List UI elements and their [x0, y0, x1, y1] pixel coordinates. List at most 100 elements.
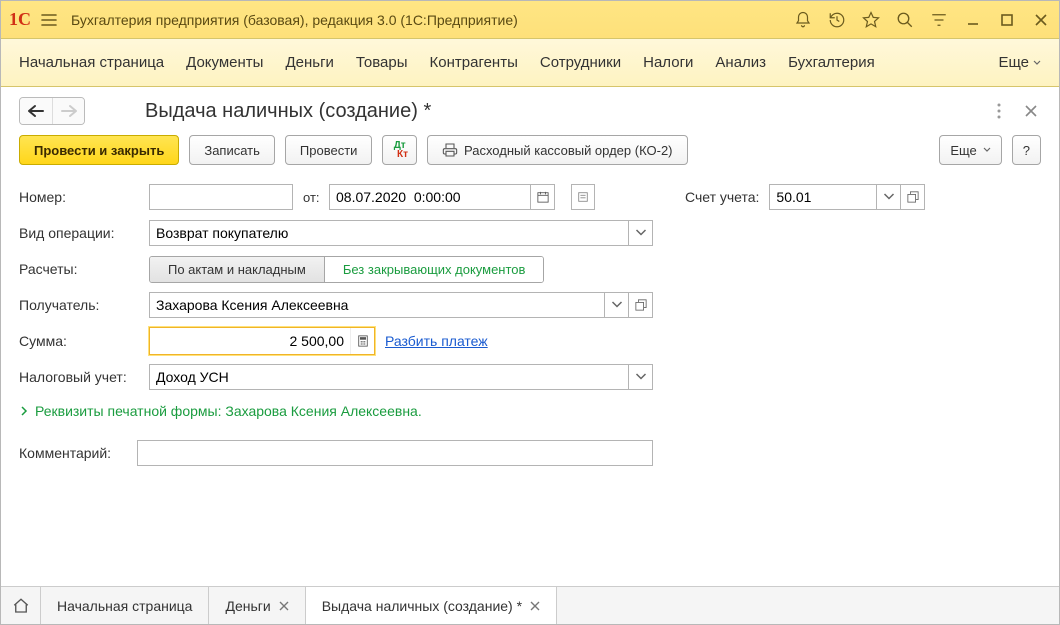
sum-input[interactable]: [150, 328, 350, 354]
payee-label: Получатель:: [19, 297, 139, 313]
date-input[interactable]: [329, 184, 531, 210]
calendar-icon: [537, 191, 549, 203]
window-title: Бухгалтерия предприятия (базовая), редак…: [67, 12, 785, 28]
form-button[interactable]: [571, 184, 595, 210]
form-area: Номер: от: Счет учета:: [1, 177, 1059, 586]
tab-document-close[interactable]: [530, 598, 540, 614]
chevron-down-icon: [635, 227, 647, 239]
nav-buttons: [19, 97, 85, 125]
split-payment-link[interactable]: Разбить платеж: [385, 333, 488, 349]
calc-segmented: По актам и накладным Без закрывающих док…: [149, 256, 544, 283]
menu-money[interactable]: Деньги: [285, 54, 333, 71]
payee-input[interactable]: [149, 292, 605, 318]
toolbar-more-button[interactable]: Еще: [939, 135, 1001, 165]
close-window-icon[interactable]: [1031, 10, 1051, 30]
tab-home-icon[interactable]: [1, 587, 41, 624]
forward-button[interactable]: [52, 98, 84, 124]
number-label: Номер:: [19, 189, 139, 205]
tax-dropdown[interactable]: [629, 364, 653, 390]
menu-more[interactable]: Еще: [998, 54, 1041, 71]
tab-document-label: Выдача наличных (создание) *: [322, 598, 522, 614]
hamburger-icon[interactable]: [39, 10, 59, 30]
menu-accounting[interactable]: Бухгалтерия: [788, 54, 875, 71]
sum-field: [149, 327, 375, 355]
payee-open[interactable]: [629, 292, 653, 318]
comment-input[interactable]: [137, 440, 653, 466]
sum-label: Сумма:: [19, 333, 139, 349]
calc-opt-acts[interactable]: По актам и накладным: [150, 257, 324, 282]
kebab-icon[interactable]: [989, 101, 1009, 121]
main-menu: Начальная страница Документы Деньги Това…: [1, 39, 1059, 87]
op-type-dropdown[interactable]: [629, 220, 653, 246]
app-window: 1C Бухгалтерия предприятия (базовая), ре…: [0, 0, 1060, 625]
app-logo: 1C: [9, 9, 31, 30]
calc-label: Расчеты:: [19, 261, 139, 277]
calc-opt-nodocs[interactable]: Без закрывающих документов: [324, 257, 544, 282]
close-page-icon[interactable]: [1021, 101, 1041, 121]
search-icon[interactable]: [895, 10, 915, 30]
account-dropdown[interactable]: [877, 184, 901, 210]
tab-home[interactable]: Начальная страница: [41, 587, 209, 624]
post-button[interactable]: Провести: [285, 135, 373, 165]
chevron-down-icon: [1033, 59, 1041, 67]
payee-dropdown[interactable]: [605, 292, 629, 318]
chevron-down-icon: [611, 299, 623, 311]
calendar-button[interactable]: [531, 184, 555, 210]
filter-icon[interactable]: [929, 10, 949, 30]
menu-counterparties[interactable]: Контрагенты: [430, 54, 518, 71]
form-icon: [577, 191, 589, 203]
logo-text: 1C: [9, 9, 31, 30]
print-ko2-label: Расходный кассовый ордер (КО-2): [464, 143, 673, 158]
chevron-right-icon: [19, 406, 29, 416]
star-icon[interactable]: [861, 10, 881, 30]
menu-employees[interactable]: Сотрудники: [540, 54, 621, 71]
dt-kt-button[interactable]: Дт Кт: [382, 135, 417, 165]
op-type-input[interactable]: [149, 220, 629, 246]
page-title: Выдача наличных (создание) *: [95, 100, 979, 123]
help-button[interactable]: ?: [1012, 135, 1041, 165]
print-ko2-button[interactable]: Расходный кассовый ордер (КО-2): [427, 135, 688, 165]
account-open[interactable]: [901, 184, 925, 210]
close-icon: [279, 601, 289, 611]
tab-money-close[interactable]: [279, 598, 289, 614]
post-and-close-button[interactable]: Провести и закрыть: [19, 135, 179, 165]
chevron-down-icon: [883, 191, 895, 203]
bell-icon[interactable]: [793, 10, 813, 30]
home-icon: [12, 597, 30, 615]
menu-home[interactable]: Начальная страница: [19, 54, 164, 71]
minimize-icon[interactable]: [963, 10, 983, 30]
toolbar-more-label: Еще: [950, 143, 976, 158]
number-input[interactable]: [149, 184, 293, 210]
open-icon: [907, 191, 919, 203]
comment-label: Комментарий:: [19, 445, 127, 461]
save-button[interactable]: Записать: [189, 135, 275, 165]
tab-money[interactable]: Деньги: [209, 587, 305, 624]
chevron-down-icon: [983, 146, 991, 154]
tax-input[interactable]: [149, 364, 629, 390]
account-label: Счет учета:: [685, 189, 759, 205]
menu-goods[interactable]: Товары: [356, 54, 408, 71]
account-input[interactable]: [769, 184, 877, 210]
tab-home-label: Начальная страница: [57, 598, 192, 614]
close-icon: [530, 601, 540, 611]
menu-analysis[interactable]: Анализ: [715, 54, 766, 71]
tab-document[interactable]: Выдача наличных (создание) *: [306, 587, 557, 624]
menu-taxes[interactable]: Налоги: [643, 54, 693, 71]
op-type-label: Вид операции:: [19, 225, 139, 241]
print-details-label: Реквизиты печатной формы: Захарова Ксени…: [35, 403, 422, 419]
calculator-button[interactable]: [350, 328, 374, 354]
chevron-down-icon: [635, 371, 647, 383]
from-label: от:: [303, 190, 319, 205]
printer-icon: [442, 142, 458, 158]
titlebar-right: [793, 10, 1051, 30]
doc-header: Выдача наличных (создание) *: [1, 87, 1059, 133]
back-button[interactable]: [20, 98, 52, 124]
open-icon: [635, 299, 647, 311]
maximize-icon[interactable]: [997, 10, 1017, 30]
menu-documents[interactable]: Документы: [186, 54, 263, 71]
history-icon[interactable]: [827, 10, 847, 30]
print-details-toggle[interactable]: Реквизиты печатной формы: Захарова Ксени…: [19, 395, 1041, 425]
tax-label: Налоговый учет:: [19, 369, 139, 385]
bottom-tabs: Начальная страница Деньги Выдача наличны…: [1, 586, 1059, 624]
calculator-icon: [357, 335, 369, 347]
